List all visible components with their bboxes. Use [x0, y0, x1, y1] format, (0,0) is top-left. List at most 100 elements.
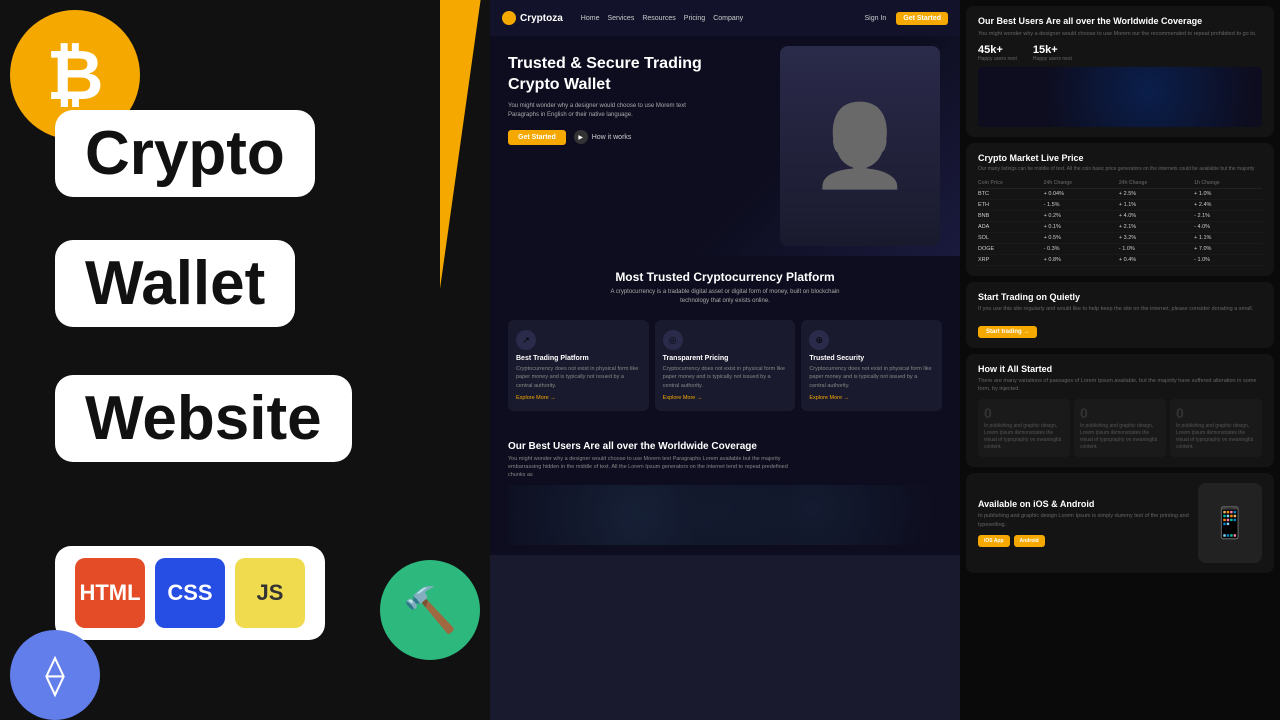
wallet-text: Wallet [85, 249, 265, 318]
feature-card-0: ↗ Best Trading Platform Cryptocurrency d… [508, 320, 649, 411]
step-2-num: 0 [1176, 405, 1256, 421]
table-row: DOGE- 0.3%- 1.0%+ 7.0% [978, 244, 1262, 255]
nav-resources[interactable]: Resources [642, 15, 675, 22]
table-row: XRP+ 0.8%+ 0.4%- 1.0% [978, 255, 1262, 266]
nav-cta-button[interactable]: Get Started [896, 12, 948, 25]
hero-section: Trusted & Secure Trading Crypto Wallet Y… [490, 36, 960, 256]
coin-change1: + 2.5% [1119, 189, 1194, 200]
coin-price: - 1.5% [1044, 200, 1119, 211]
feature-icon-2: ⊕ [809, 330, 829, 350]
table-row: ETH- 1.5%+ 1.1%+ 2.4% [978, 200, 1262, 211]
feature-title-0: Best Trading Platform [516, 355, 641, 362]
crypto-text: Crypto [85, 119, 285, 188]
col-24h2: 24h Change [1119, 178, 1194, 189]
ios-title: Available on iOS & Android [978, 499, 1198, 509]
explore-link-1[interactable]: Explore More → [663, 395, 788, 401]
ios-text: In publishing and graphic design Lorem I… [978, 512, 1198, 529]
ios-buttons: iOS App Android [978, 535, 1198, 547]
trust-subtitle: A cryptocurrency is a tradable digital a… [600, 288, 850, 306]
world-coverage-card: Our Best Users Are all over the Worldwid… [966, 6, 1274, 137]
ios-card: Available on iOS & Android In publishing… [966, 473, 1274, 573]
coin-name: BNB [978, 211, 1044, 222]
coin-price: + 0.2% [1044, 211, 1119, 222]
map-text: You might wonder why a designer would ch… [508, 455, 788, 480]
features-grid: ↗ Best Trading Platform Cryptocurrency d… [508, 320, 942, 411]
tool-icon: 🔨 [380, 560, 480, 660]
ios-left: Available on iOS & Android In publishing… [978, 499, 1198, 547]
coin-change2: - 1.0% [1194, 255, 1262, 266]
step-1-text: In publishing and graphic design, Lorem … [1080, 423, 1160, 451]
right-panel: Our Best Users Are all over the Worldwid… [960, 0, 1280, 720]
market-title: Crypto Market Live Price [978, 153, 1262, 163]
market-price-card: Crypto Market Live Price Our many listin… [966, 143, 1274, 276]
nav-links: Home Services Resources Pricing Company [581, 15, 855, 22]
feature-title-1: Transparent Pricing [663, 355, 788, 362]
map-dots [508, 485, 942, 545]
tool-symbol: 🔨 [403, 584, 458, 636]
coin-change1: + 0.4% [1119, 255, 1194, 266]
feature-icon-1: ◎ [663, 330, 683, 350]
coin-change2: - 2.1% [1194, 211, 1262, 222]
trust-title: Most Trusted Cryptocurrency Platform [508, 270, 942, 284]
hero-title: Trusted & Secure Trading Crypto Wallet [508, 54, 708, 96]
nav-logo-text: Cryptoza [520, 13, 563, 24]
world-coverage-stats: 45k+ Happy users next 15k+ Happy users n… [978, 44, 1262, 62]
explore-link-0[interactable]: Explore More → [516, 395, 641, 401]
map-gradient [978, 67, 1262, 127]
coin-change2: + 7.0% [1194, 244, 1262, 255]
coin-price: + 0.1% [1044, 222, 1119, 233]
world-coverage-title: Our Best Users Are all over the Worldwid… [978, 16, 1262, 26]
nav-signin[interactable]: Sign In [864, 15, 886, 22]
ios-btn-0[interactable]: iOS App [978, 535, 1010, 547]
how-steps-grid: 0 In publishing and graphic design, Lore… [978, 399, 1262, 457]
stat-0-value: 45k+ [978, 44, 1017, 56]
feature-text-0: Cryptocurrency does not exist in physica… [516, 365, 641, 390]
nav-pricing[interactable]: Pricing [684, 15, 705, 22]
css-badge: CSS [155, 558, 225, 628]
get-started-button[interactable]: Get Started [508, 130, 566, 145]
map-title: Our Best Users Are all over the Worldwid… [508, 441, 942, 452]
nav-company[interactable]: Company [713, 15, 743, 22]
coin-change1: + 3.2% [1119, 233, 1194, 244]
trading-title: Start Trading on Quietly [978, 292, 1262, 302]
explore-link-2[interactable]: Explore More → [809, 395, 934, 401]
trading-card: Start Trading on Quietly If you use this… [966, 282, 1274, 347]
phone-image: 📱 [1198, 483, 1262, 563]
how-it-works-button[interactable]: ▶ How it works [574, 130, 632, 144]
coin-change1: + 1.1% [1119, 200, 1194, 211]
center-mockup: Cryptoza Home Services Resources Pricing… [490, 0, 960, 720]
how-it-works-label: How it works [592, 134, 632, 141]
coin-price: + 0.8% [1044, 255, 1119, 266]
world-map [978, 67, 1262, 127]
coin-name: ADA [978, 222, 1044, 233]
trading-cta-button[interactable]: Start trading → [978, 326, 1037, 338]
label-website: Website [55, 375, 352, 462]
coin-change2: - 4.0% [1194, 222, 1262, 233]
coin-change1: - 1.0% [1119, 244, 1194, 255]
label-crypto: Crypto [55, 110, 315, 197]
ios-btn-1[interactable]: Android [1014, 535, 1045, 547]
nav-home[interactable]: Home [581, 15, 600, 22]
feature-card-2: ⊕ Trusted Security Cryptocurrency does n… [801, 320, 942, 411]
coin-price: + 0.04% [1044, 189, 1119, 200]
coin-name: SOL [978, 233, 1044, 244]
coin-change1: + 2.1% [1119, 222, 1194, 233]
js-badge: JS [235, 558, 305, 628]
nav-services[interactable]: Services [607, 15, 634, 22]
label-wallet: Wallet [55, 240, 295, 327]
nav-logo: Cryptoza [502, 11, 563, 25]
trust-section: Most Trusted Cryptocurrency Platform A c… [490, 256, 960, 431]
col-24h1: 24h Change [1044, 178, 1119, 189]
eth-coin: ⟠ [10, 630, 100, 720]
feature-text-2: Cryptocurrency does not exist in physica… [809, 365, 934, 390]
eth-symbol: ⟠ [45, 652, 65, 698]
col-1h: 1h Change [1194, 178, 1262, 189]
website-text: Website [85, 384, 322, 453]
market-subtitle: Our many listings can be middle of text.… [978, 166, 1262, 172]
trading-text: If you use this site regularly and would… [978, 305, 1262, 313]
feature-text-1: Cryptocurrency does not exist in physica… [663, 365, 788, 390]
step-0-num: 0 [984, 405, 1064, 421]
stat-1-value: 15k+ [1033, 44, 1072, 56]
step-2-text: In publishing and graphic design, Lorem … [1176, 423, 1256, 451]
world-coverage-text: You might wonder why a designer would ch… [978, 30, 1262, 38]
